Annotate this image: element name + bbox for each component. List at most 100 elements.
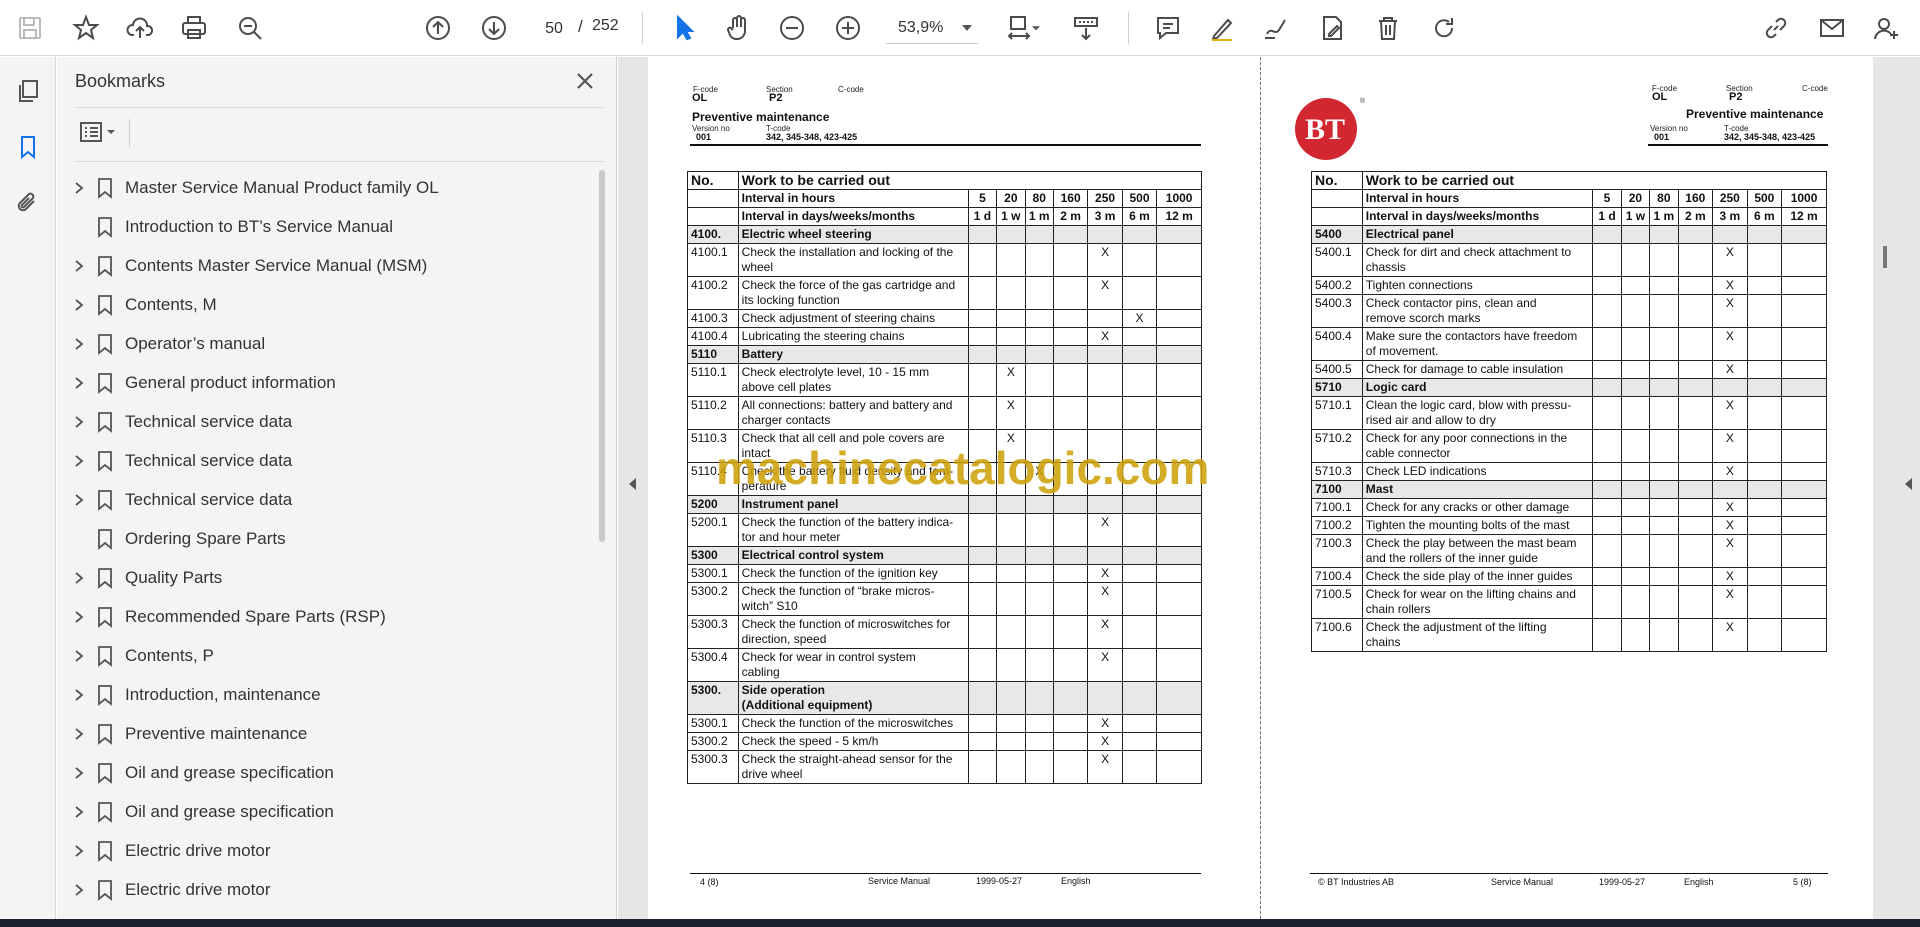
bookmark-item[interactable]: Electric drive motor	[57, 870, 597, 909]
row-task: Check contactor pins, clean and remove sc…	[1361, 294, 1594, 328]
interval-cell	[1677, 378, 1714, 397]
interval-cell	[1746, 396, 1783, 430]
page-down-icon[interactable]	[474, 8, 514, 48]
table-row: 7100.1 Check for any cracks or other dama…	[1311, 498, 1827, 517]
select-cursor-icon[interactable]	[664, 8, 704, 48]
interval-cell	[1087, 225, 1123, 244]
interval-cell	[1649, 360, 1679, 379]
bookmark-item[interactable]: Technical service data	[57, 441, 597, 480]
upload-cloud-icon[interactable]	[120, 8, 160, 48]
interval-cell	[967, 225, 998, 244]
scroll-mode-icon[interactable]	[1066, 8, 1106, 48]
chevron-right-icon[interactable]	[73, 805, 85, 819]
chevron-right-icon[interactable]	[73, 883, 85, 897]
interval-cell	[1649, 516, 1679, 535]
interval-cell	[1592, 462, 1622, 481]
pages-thumbnail-icon[interactable]	[8, 71, 48, 111]
row-task: All connections: battery and battery and…	[737, 396, 969, 430]
redo-icon[interactable]	[1424, 8, 1464, 48]
chevron-right-icon[interactable]	[73, 727, 85, 741]
chevron-right-icon[interactable]	[73, 649, 85, 663]
zoom-search-icon[interactable]	[230, 8, 270, 48]
chevron-down-icon[interactable]	[1026, 8, 1046, 48]
save-icon[interactable]	[10, 8, 50, 48]
interval-cell	[1592, 378, 1622, 397]
bookmark-item[interactable]: Operator’s manual	[57, 324, 597, 363]
chevron-right-icon[interactable]	[73, 571, 85, 585]
bookmark-item[interactable]: Oil and grease specification	[57, 753, 597, 792]
chevron-right-icon[interactable]	[73, 415, 85, 429]
bookmark-item[interactable]: Contents, P	[57, 636, 597, 675]
interval-cell	[1620, 360, 1651, 379]
footer-date: 1999-05-27	[976, 876, 1023, 886]
bookmark-item[interactable]: Quality Parts	[57, 558, 597, 597]
header-blank	[687, 189, 739, 208]
bookmark-item[interactable]: Oil and grease specification	[57, 792, 597, 831]
row-task-text: Lubricating the steering chains	[741, 329, 905, 343]
chevron-right-icon[interactable]	[73, 181, 85, 195]
bookmark-item[interactable]: Introduction, maintenance	[57, 675, 597, 714]
share-link-icon[interactable]	[1756, 8, 1796, 48]
expand-right-panel-icon[interactable]	[1905, 478, 1912, 490]
bookmark-item[interactable]: Technical service data	[57, 480, 597, 519]
table-row: 5300.4 Check for wear in control system ca…	[687, 648, 1202, 682]
bookmark-item[interactable]: Ordering Spare Parts	[57, 519, 597, 558]
comment-icon[interactable]	[1148, 8, 1188, 48]
hand-tool-icon[interactable]	[718, 8, 758, 48]
page-number-input[interactable]: 50	[532, 12, 576, 44]
zoom-in-icon[interactable]	[828, 8, 868, 48]
divider	[129, 119, 130, 147]
chevron-right-icon[interactable]	[73, 493, 85, 507]
bookmark-item[interactable]: Preventive maintenance	[57, 714, 597, 753]
zoom-level-dropdown[interactable]: 53,9%	[886, 12, 978, 44]
attachment-icon[interactable]	[8, 183, 48, 223]
page-up-icon[interactable]	[418, 8, 458, 48]
bookmark-item[interactable]: Recommended Spare Parts (RSP)	[57, 597, 597, 636]
edit-pdf-icon[interactable]	[1312, 8, 1352, 48]
row-task-text: Mast	[1365, 482, 1394, 496]
collapse-left-icon[interactable]	[629, 478, 636, 490]
table-row: 5300.3 Check the function of microswitche…	[687, 615, 1202, 649]
bookmarks-scrollbar[interactable]	[599, 170, 605, 542]
chevron-right-icon[interactable]	[73, 766, 85, 780]
bookmark-panel-icon[interactable]	[8, 127, 48, 167]
chevron-right-icon[interactable]	[73, 454, 85, 468]
bookmark-item[interactable]: Contents, M	[57, 285, 597, 324]
row-task-text: above cell plates	[741, 380, 832, 394]
star-icon[interactable]	[66, 8, 106, 48]
trash-icon[interactable]	[1368, 8, 1408, 48]
chevron-right-icon[interactable]	[73, 376, 85, 390]
chevron-right-icon[interactable]	[73, 844, 85, 858]
table-row: 5400.5 Check for damage to cable insulati…	[1311, 360, 1827, 379]
viewer-scroll-thumb[interactable]	[1883, 246, 1887, 268]
chevron-right-icon[interactable]	[73, 259, 85, 273]
chevron-right-icon[interactable]	[73, 298, 85, 312]
draw-sign-icon[interactable]	[1256, 8, 1296, 48]
bookmark-item[interactable]: Introduction to BT’s Service Manual	[57, 207, 597, 246]
interval-cell	[1024, 345, 1054, 364]
zoom-out-icon[interactable]	[772, 8, 812, 48]
row-task: Check the adjustment of the lifting chain…	[1361, 618, 1594, 652]
interval-cell	[967, 396, 998, 430]
row-task: Side operation (Additional equipment)	[737, 681, 969, 715]
interval-cell	[1592, 480, 1622, 499]
chevron-right-icon[interactable]	[73, 688, 85, 702]
email-icon[interactable]	[1812, 8, 1852, 48]
bookmark-options-button[interactable]	[75, 115, 123, 149]
highlight-pen-icon[interactable]	[1202, 8, 1242, 48]
add-user-icon[interactable]	[1866, 8, 1906, 48]
table-row: 7100.2 Tighten the mounting bolts of the …	[1311, 516, 1827, 535]
bookmark-item[interactable]: Contents Master Service Manual (MSM)	[57, 246, 597, 285]
table-header-row: Interval in hours 5 20 80 160 250 500 1000	[1311, 189, 1827, 208]
bookmark-item[interactable]: Electric drive motor	[57, 831, 597, 870]
interval-cell	[1052, 396, 1089, 430]
bookmark-item[interactable]: General product information	[57, 363, 597, 402]
chevron-right-icon[interactable]	[73, 610, 85, 624]
print-icon[interactable]	[174, 8, 214, 48]
bookmark-item[interactable]: Master Service Manual Product family OL	[57, 168, 597, 207]
bookmark-icon	[98, 294, 112, 316]
row-number: 5400.5	[1311, 360, 1363, 379]
close-icon[interactable]	[573, 69, 597, 93]
chevron-right-icon[interactable]	[73, 337, 85, 351]
bookmark-item[interactable]: Technical service data	[57, 402, 597, 441]
